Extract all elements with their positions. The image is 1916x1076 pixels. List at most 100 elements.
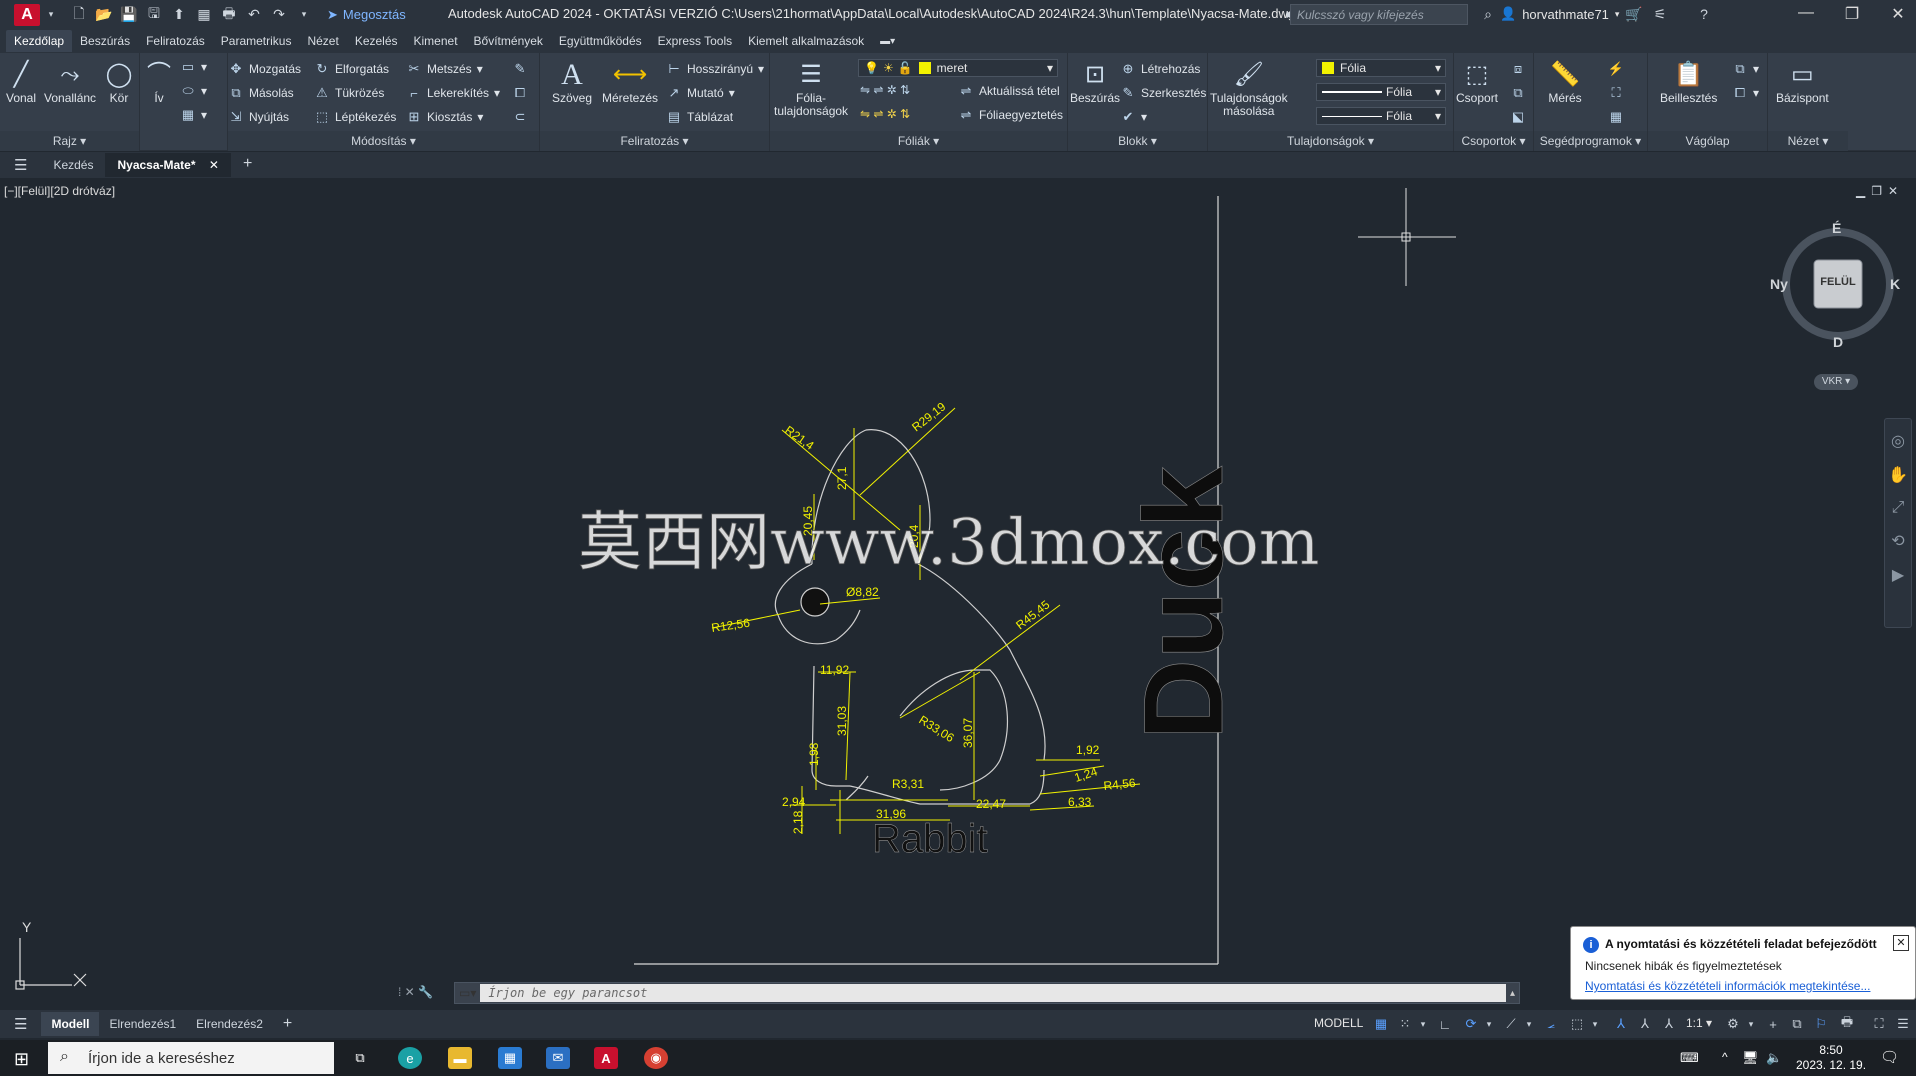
command-history-icon[interactable]: ▭▾ [459, 986, 476, 1000]
tab-nezet[interactable]: Nézet [299, 30, 346, 52]
workspace-gear-icon[interactable]: ⚙ [1724, 1016, 1742, 1032]
insert-block-button[interactable]: ⊡ Beszúrás [1070, 59, 1120, 105]
tab-egyuttmukodes[interactable]: Együttműködés [551, 30, 650, 52]
panel-title-csoportok[interactable]: Csoportok ▾ [1454, 131, 1533, 151]
polar-tracking-icon[interactable]: ⟳ [1462, 1016, 1480, 1032]
edge-browser-icon[interactable]: e [398, 1047, 422, 1069]
help-icon[interactable]: ? [1695, 6, 1713, 22]
hatch-button[interactable]: ▦ ▾ [180, 107, 207, 123]
annotation-scale-icon[interactable]: ⅄ [1660, 1016, 1678, 1032]
tab-kimenet[interactable]: Kimenet [406, 30, 466, 52]
layer-tools-row1[interactable]: ⇋ ⇌ ✲ ⇅ [860, 83, 910, 97]
panel-title-foliak[interactable]: Fóliák ▾ [770, 131, 1067, 151]
autodesk-app-icon[interactable]: ⚟ [1651, 6, 1669, 22]
match-properties-button[interactable]: 🖌 Tulajdonságok másolása [1210, 59, 1288, 118]
network-icon[interactable]: 🖥 [1742, 1050, 1759, 1066]
rotate-button[interactable]: ↻ Elforgatás [314, 61, 389, 77]
model-space-toggle[interactable]: MODELL [1314, 1016, 1363, 1030]
tab-kezeles[interactable]: Kezelés [347, 30, 406, 52]
layout-menu-icon[interactable]: ☰ [0, 1012, 41, 1036]
notification-link[interactable]: Nyomtatási és közzétételi információk me… [1585, 979, 1870, 993]
tray-chevron-icon[interactable]: ^ [1722, 1050, 1728, 1064]
undo-icon[interactable]: ↶ [245, 6, 263, 23]
navigation-bar[interactable]: ◎ ✋ ⤢ ⟲ ▶ [1884, 418, 1912, 628]
object-snap-icon[interactable]: ⬚ [1568, 1016, 1586, 1032]
quick-select-button[interactable]: ⚡ [1608, 61, 1624, 77]
system-clock[interactable]: 8:50 2023. 12. 19. [1796, 1043, 1866, 1073]
grid-icon[interactable]: ▦ [1372, 1016, 1390, 1032]
erase-button[interactable]: ✎ [512, 61, 528, 77]
taskbar-search-input[interactable]: ⌕ Írjon ide a kereséshez [48, 1042, 334, 1074]
cart-icon[interactable]: 🛒 [1625, 6, 1643, 22]
leader-button[interactable]: ↗ Mutató ▾ [666, 85, 735, 101]
keyboard-icon[interactable]: ⌨ [1680, 1050, 1699, 1066]
dropdown-arrow-icon[interactable]: ▾ [42, 7, 60, 23]
panel-title-nezet[interactable]: Nézet ▾ [1768, 131, 1848, 151]
compass-south[interactable]: D [1833, 334, 1843, 350]
zoom-extents-icon[interactable]: ⤢ [1885, 499, 1911, 517]
file-explorer-icon[interactable]: ▬ [448, 1047, 472, 1069]
tab-express-tools[interactable]: Express Tools [650, 30, 740, 52]
ellipse-button[interactable]: ⬭ ▾ [180, 83, 207, 99]
layer-properties-button[interactable]: ☰ Fólia- tulajdonságok [774, 59, 848, 118]
compass-east[interactable]: K [1890, 276, 1900, 292]
chevron-down-icon[interactable]: ▾ [1742, 1016, 1760, 1032]
close-icon[interactable]: ✕ [1886, 4, 1910, 24]
mail-icon[interactable]: ✉ [546, 1047, 570, 1069]
match-layer-button[interactable]: ⇌ Fóliaegyeztetés [958, 107, 1064, 123]
block-attribute-button[interactable]: ✔ ▾ [1120, 109, 1147, 125]
explode-button[interactable]: ⧠ [512, 85, 528, 101]
trim-button[interactable]: ✂ Metszés ▾ [406, 61, 483, 77]
command-expand-icon[interactable]: ▴ [1510, 988, 1515, 999]
base-point-button[interactable]: ▭ Bázispont [1776, 59, 1829, 105]
chevron-down-icon[interactable]: ▾ [1414, 1016, 1432, 1032]
steering-wheel-icon[interactable]: ◎ [1885, 431, 1911, 451]
isodraft-icon[interactable]: ⟋ [1502, 1016, 1520, 1032]
search-icon[interactable]: ⌕ [1479, 6, 1497, 22]
new-tab-icon[interactable]: + [231, 153, 264, 177]
publish-icon[interactable]: ▦ [195, 6, 213, 23]
circle-button[interactable]: ◯ Kör [102, 59, 136, 105]
orbit-icon[interactable]: ⟲ [1885, 531, 1911, 551]
group-select-button[interactable]: ⬕ [1510, 109, 1526, 125]
dimension-button[interactable]: ⟷ Méretezés [602, 59, 658, 105]
menu-icon[interactable]: ☰ [0, 153, 41, 177]
tab-kiemelt-alkalmazasok[interactable]: Kiemelt alkalmazások [740, 30, 872, 52]
plot-icon[interactable]: 🖶 [1838, 1014, 1856, 1032]
fillet-button[interactable]: ⌐ Lekerekítés ▾ [406, 85, 500, 101]
ribbon-options-icon[interactable]: ▬▾ [872, 32, 903, 51]
annotation-scale-value[interactable]: 1:1 ▾ [1686, 1016, 1712, 1030]
calculator-button[interactable]: ▦ [1608, 109, 1624, 125]
scale-button[interactable]: ⬚ Léptékezés [314, 109, 397, 125]
snap-icon[interactable]: ⁙ [1396, 1016, 1414, 1032]
tab-start[interactable]: Kezdés [41, 153, 105, 177]
volume-icon[interactable]: 🔈 [1766, 1050, 1782, 1066]
offset-button[interactable]: ⊂ [512, 109, 528, 125]
save-as-icon[interactable]: 🖫 [145, 5, 163, 23]
group-edit-button[interactable]: ⧉ [1510, 85, 1526, 101]
print-icon[interactable]: 🖶 [220, 5, 238, 23]
chevron-down-icon[interactable]: ▾ [1586, 1016, 1604, 1032]
pan-icon[interactable]: ✋ [1885, 465, 1911, 485]
create-block-button[interactable]: ⊕ Létrehozás [1120, 61, 1201, 77]
windows-start-icon[interactable]: ⊞ [14, 1049, 29, 1070]
task-view-icon[interactable]: ⧉ [348, 1047, 372, 1069]
viewcube-face-top[interactable]: FELÜL [1814, 276, 1862, 288]
help-search-input[interactable]: Kulcsszó vagy kifejezés [1290, 4, 1468, 25]
drawing-canvas[interactable]: [−][Felül][2D drótváz] ▁❐✕ R21,4 R29,19 … [0, 180, 1916, 990]
ucs-menu-button[interactable]: VKR ▾ [1814, 374, 1858, 390]
tab-kezdolap[interactable]: Kezdőlap [6, 30, 73, 52]
add-layout-icon[interactable]: + [273, 1013, 302, 1035]
annotation-visibility-icon[interactable]: ⅄ [1612, 1016, 1630, 1032]
save-icon[interactable]: 💾 [120, 6, 138, 23]
layer-tools-row2[interactable]: ⇋ ⇌ ✲ ⇅ [860, 107, 910, 121]
lineweight-dropdown[interactable]: Fólia ▾ [1316, 107, 1446, 125]
panel-title-segedprogramok[interactable]: Segédprogramok ▾ [1534, 131, 1647, 151]
panel-title-rajz[interactable]: Rajz ▾ [0, 131, 139, 151]
stretch-button[interactable]: ⇲ Nyújtás [228, 109, 289, 125]
chrome-icon[interactable]: ◉ [644, 1047, 668, 1069]
panel-title-blokk[interactable]: Blokk ▾ [1068, 131, 1207, 151]
tab-layout2[interactable]: Elrendezés2 [186, 1012, 273, 1036]
arc-button[interactable]: ⌒ Ív [142, 59, 176, 105]
redo-icon[interactable]: ↷ [270, 6, 288, 23]
